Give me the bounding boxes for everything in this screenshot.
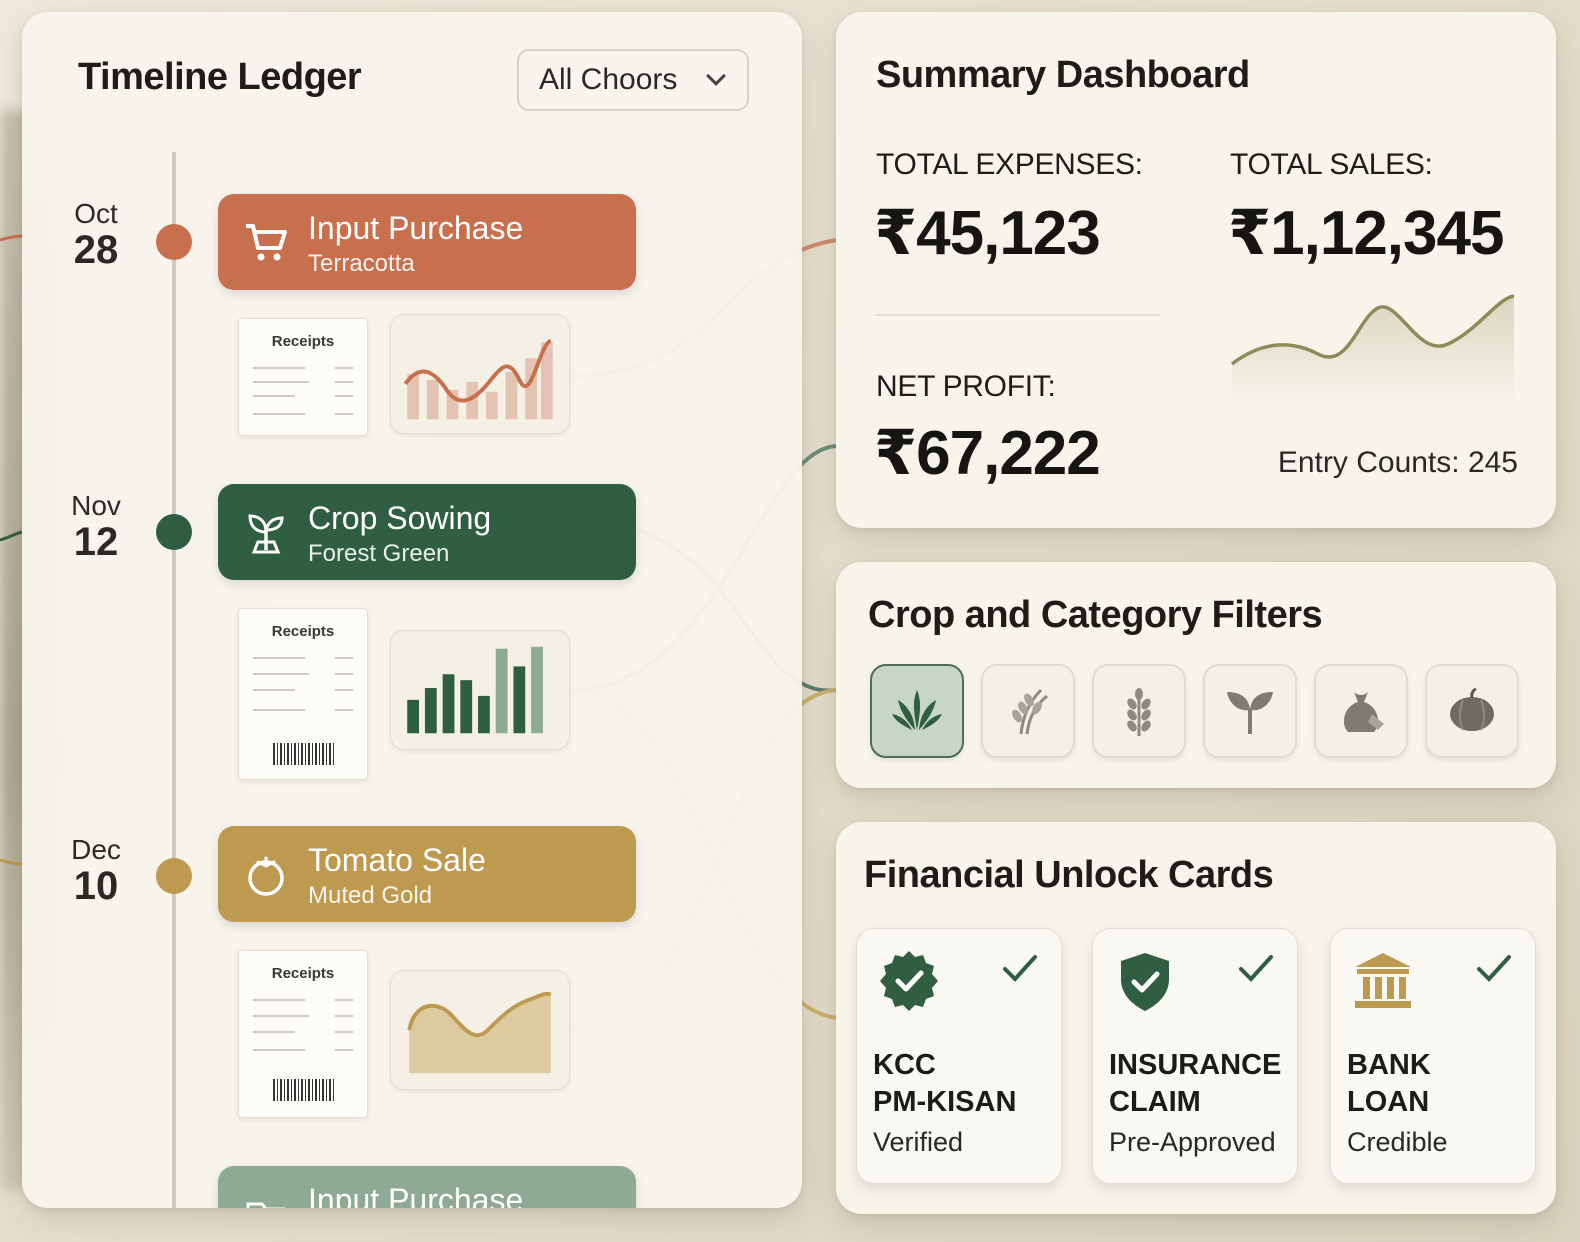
entry-date: Dec 10 [56, 834, 136, 909]
tomato-icon [248, 856, 284, 896]
receipt-thumbnail[interactable]: Receipts [238, 318, 368, 436]
event-title: Input Purchase [308, 1182, 524, 1208]
choors-filter-dropdown[interactable]: All Choors [517, 49, 749, 111]
receipt-label: Receipts [271, 965, 335, 982]
card-status: Pre-Approved [1109, 1127, 1276, 1157]
verified-badge-icon [880, 951, 938, 1011]
net-profit-label: NET PROFIT: [876, 370, 1056, 403]
expense-mini-chart [390, 314, 570, 434]
date-month: Nov [71, 490, 121, 521]
unlock-card-bank-loan[interactable]: BANK LOAN Credible [1330, 928, 1536, 1184]
barcode [273, 1079, 335, 1101]
filter-pumpkin[interactable] [1425, 664, 1519, 758]
date-day: 10 [73, 864, 119, 908]
sprout-icon [248, 514, 284, 554]
card-title: INSURANCE CLAIM [1109, 1049, 1282, 1118]
check-icon [1239, 955, 1273, 982]
event-title: Input Purchase [308, 210, 524, 246]
summary-divider [876, 314, 1160, 316]
event-subtitle: Terracotta [308, 250, 415, 277]
filter-rice[interactable] [981, 664, 1075, 758]
unlock-card-insurance[interactable]: INSURANCE CLAIM Pre-Approved [1092, 928, 1298, 1184]
chevron-down-icon [706, 66, 726, 86]
entry-date: Oct 28 [56, 198, 136, 273]
financial-unlock-panel: Financial Unlock Cards KCC PM-KISAN Verif… [836, 822, 1556, 1214]
seedling-icon [1227, 692, 1273, 734]
receipt-thumbnail[interactable]: Receipts [238, 950, 368, 1118]
card-status: Credible [1347, 1127, 1448, 1157]
bank-icon [1355, 953, 1411, 1008]
event-subtitle: Forest Green [308, 540, 450, 567]
receipt-thumbnail[interactable]: Receipts [238, 608, 368, 780]
rice-stalk-icon [1012, 688, 1048, 735]
filter-wheat[interactable] [1092, 664, 1186, 758]
date-month: Dec [71, 834, 121, 865]
barcode [273, 743, 335, 765]
aloe-plant-icon [892, 690, 942, 730]
total-sales-value: ₹1,12,345 [1228, 199, 1504, 268]
event-input-purchase-2[interactable]: Input Purchase [218, 1166, 636, 1208]
pumpkin-icon [1450, 687, 1494, 731]
filters-title: Crop and Category Filters [868, 594, 1323, 636]
date-month: Oct [74, 198, 118, 229]
date-day: 28 [73, 228, 119, 272]
summary-dashboard-panel: Summary Dashboard TOTAL EXPENSES: ₹45,12… [836, 12, 1556, 528]
timeline-dot [156, 514, 192, 550]
entry-date: Nov 12 [56, 490, 136, 565]
event-tomato-sale[interactable]: Tomato Sale Muted Gold [218, 826, 636, 922]
filter-aloe[interactable] [870, 664, 964, 758]
filter-seedling[interactable] [1203, 664, 1297, 758]
cart-icon [246, 224, 287, 261]
total-expenses-label: TOTAL EXPENSES: [876, 148, 1143, 181]
event-title: Tomato Sale [308, 842, 486, 878]
receipt-label: Receipts [271, 333, 335, 350]
choors-filter-value: All Choors [539, 63, 678, 96]
total-expenses-value: ₹45,123 [874, 199, 1101, 268]
timeline-ledger-panel: Timeline Ledger All Choors Oct 28 Input … [22, 12, 802, 1208]
ledger-title: Timeline Ledger [78, 56, 362, 98]
card-title: BANK LOAN [1347, 1049, 1431, 1118]
timeline-dot [156, 858, 192, 894]
date-day: 12 [73, 520, 119, 564]
net-profit-value: ₹67,222 [874, 419, 1101, 488]
event-input-purchase[interactable]: Input Purchase Terracotta [218, 194, 636, 290]
sales-sparkline [1230, 294, 1515, 408]
unlock-title: Financial Unlock Cards [864, 854, 1274, 896]
entry-counts: Entry Counts: 245 [1277, 446, 1518, 479]
timeline-axis [172, 152, 176, 1208]
wheat-icon [1127, 688, 1151, 736]
check-icon [1003, 955, 1037, 982]
summary-title: Summary Dashboard [876, 54, 1250, 96]
folder-icon [246, 1202, 286, 1208]
card-status: Verified [873, 1127, 964, 1157]
sale-mini-chart [390, 970, 570, 1090]
event-subtitle: Muted Gold [308, 882, 433, 909]
total-sales-label: TOTAL SALES: [1230, 148, 1433, 181]
filter-money-bag[interactable] [1314, 664, 1408, 758]
event-crop-sowing[interactable]: Crop Sowing Forest Green [218, 484, 636, 580]
sowing-mini-chart [390, 630, 570, 750]
event-title: Crop Sowing [308, 500, 492, 536]
receipt-label: Receipts [271, 623, 335, 640]
check-icon [1477, 955, 1511, 982]
shield-check-icon [1121, 953, 1169, 1011]
crop-category-filters-panel: Crop and Category Filters [836, 562, 1556, 788]
timeline-dot [156, 224, 192, 260]
unlock-card-kcc[interactable]: KCC PM-KISAN Verified [856, 928, 1062, 1184]
card-title: KCC PM-KISAN [873, 1049, 1017, 1118]
money-bag-icon [1343, 692, 1384, 732]
